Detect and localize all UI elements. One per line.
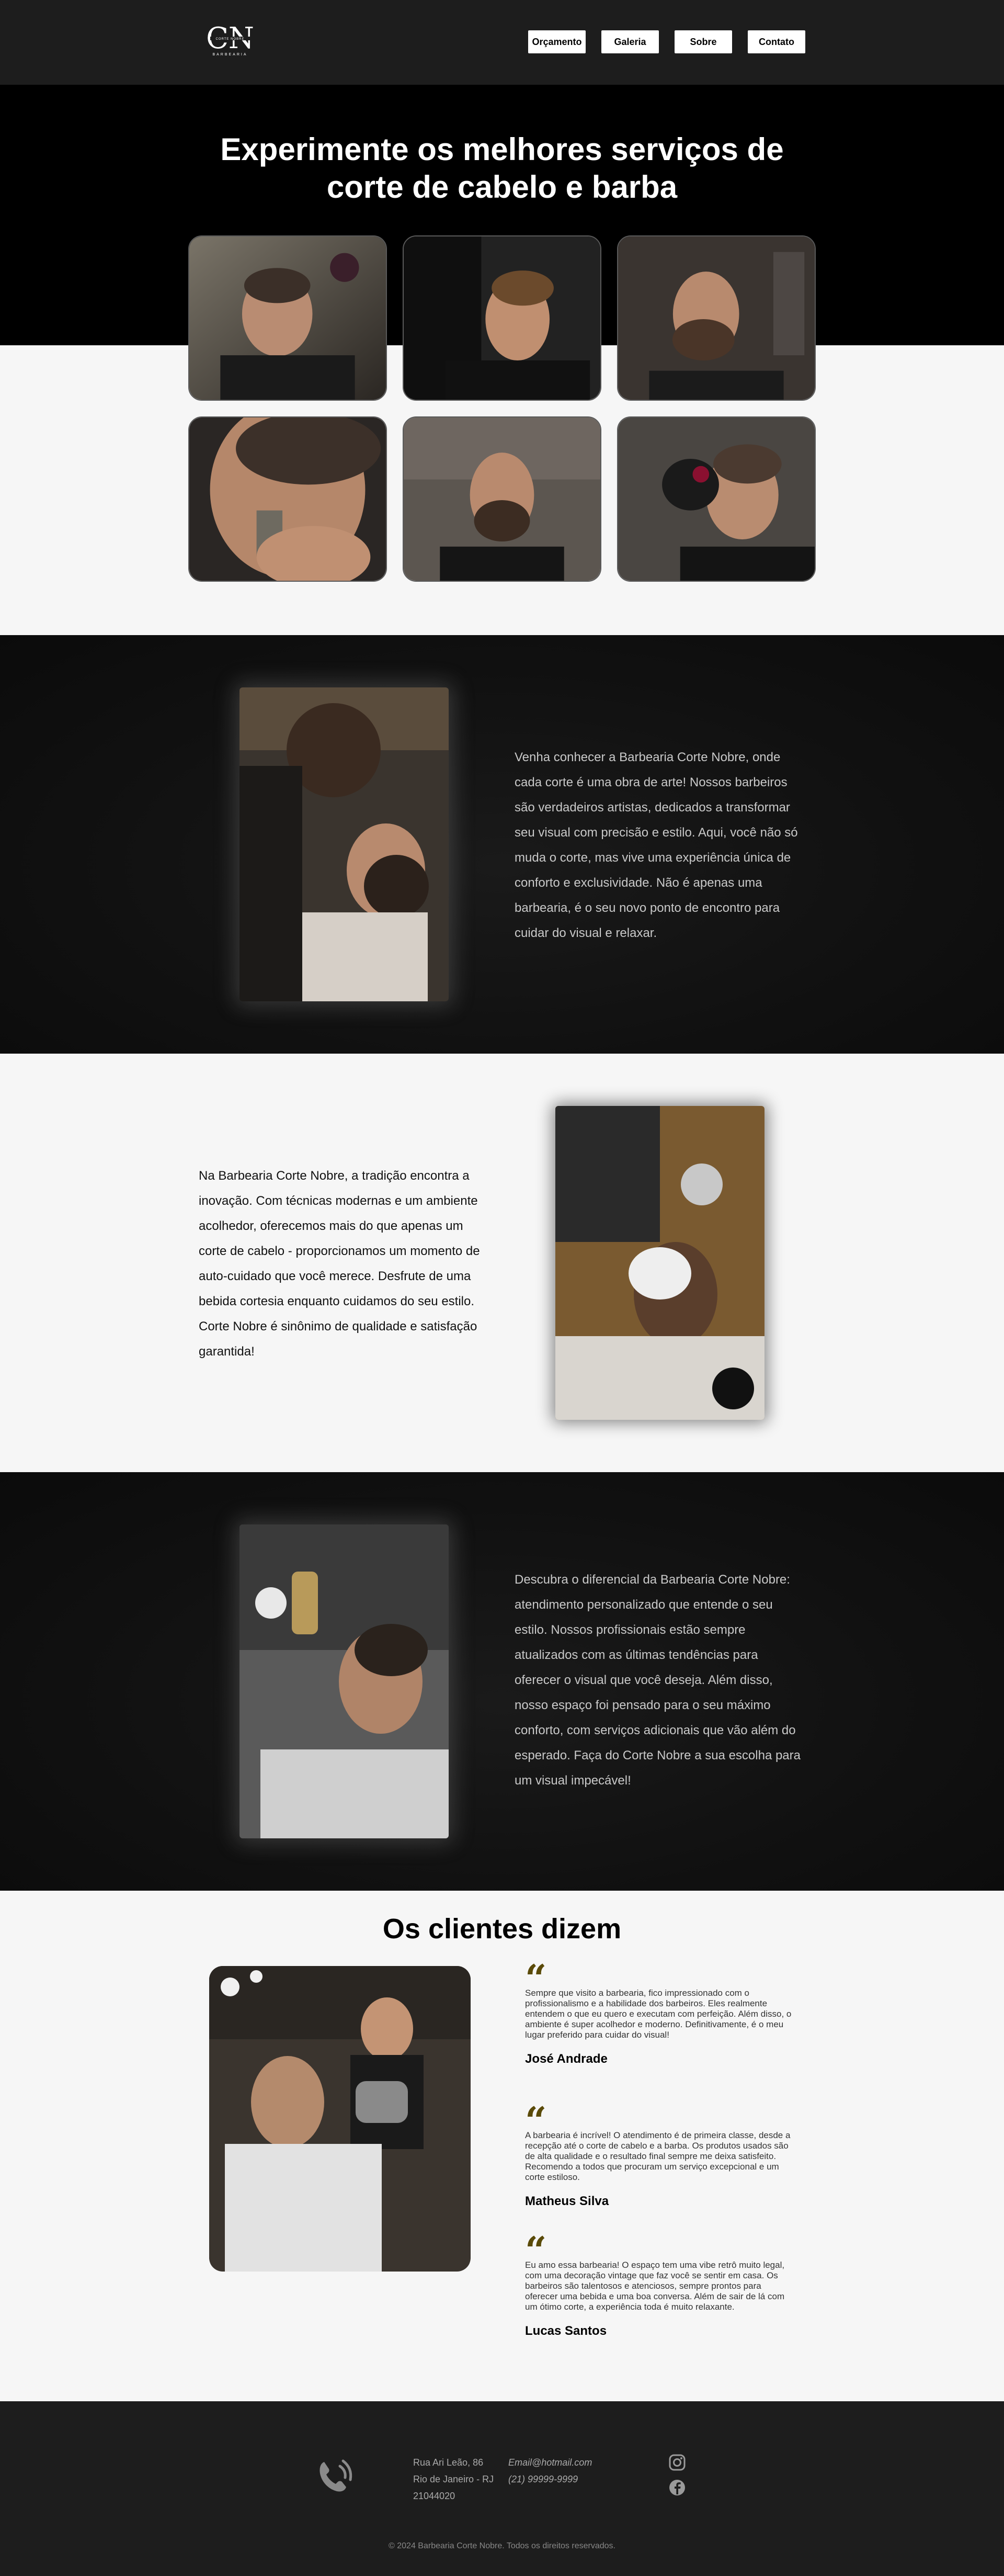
footer-email-link[interactable]: Email@hotmail.com [508, 2455, 592, 2470]
footer-address-line-3: 21044020 [413, 2491, 455, 2501]
testimonial-2: “ A barbearia é incrível! O atendimento … [525, 2098, 792, 2209]
testimonial-text: Sempre que visito a barbearia, fico impr… [525, 1988, 792, 2040]
about-text-2: Na Barbearia Corte Nobre, a tradição enc… [199, 1169, 480, 1359]
footer-phone-link[interactable]: (21) 99999-9999 [508, 2471, 578, 2487]
about-image-1 [239, 687, 449, 1001]
facebook-icon[interactable] [668, 2479, 686, 2496]
testimonial-text: Eu amo essa barbearia! O espaço tem uma … [525, 2260, 785, 2312]
testimonials-image [209, 1966, 471, 2272]
main-nav: Orçamento Galeria Sobre Contato [0, 30, 1004, 53]
testimonial-1: “ Sempre que visito a barbearia, fico im… [525, 1956, 792, 2066]
nav-sobre-button[interactable]: Sobre [675, 30, 732, 53]
about-image-2 [555, 1106, 765, 1420]
site-header: CN CORTE NOBRE BARBEARIA Orçamento Galer… [0, 0, 1004, 85]
testimonial-text: A barbearia é incrível! O atendimento é … [525, 2130, 791, 2182]
testimonials-title: Os clientes dizem [382, 1913, 622, 1945]
nav-galeria-button[interactable]: Galeria [601, 30, 659, 53]
footer-address-line-1: Rua Ari Leão, 86 [413, 2457, 484, 2468]
quote-icon: “ [525, 2098, 547, 2143]
about-section-2 [0, 1054, 1004, 1472]
gallery-image-6[interactable] [617, 416, 816, 582]
about-section-3 [0, 1472, 1004, 1891]
testimonial-author: Lucas Santos [525, 2324, 607, 2338]
about-text-1: Venha conhecer a Barbearia Corte Nobre, … [515, 750, 798, 940]
gallery-image-3[interactable] [617, 235, 816, 401]
phone-icon [314, 2456, 356, 2498]
gallery-image-5[interactable] [403, 416, 601, 582]
hero-title-line-2: corte de cabelo e barba [326, 170, 678, 205]
about-section-1 [0, 635, 1004, 1054]
testimonial-3: “ Eu amo essa barbearia! O espaço tem um… [525, 2228, 792, 2338]
footer-copyright: © 2024 Barbearia Corte Nobre. Todos os d… [389, 2541, 615, 2550]
gallery-image-2[interactable] [403, 235, 601, 401]
testimonial-author: José Andrade [525, 2052, 608, 2066]
gallery-image-4[interactable] [188, 416, 387, 582]
hero-title-line-1: Experimente os melhores serviços de [220, 132, 784, 167]
quote-icon: “ [525, 2228, 547, 2273]
nav-orcamento-button[interactable]: Orçamento [528, 30, 586, 53]
instagram-icon[interactable] [668, 2454, 686, 2471]
gallery-image-1[interactable] [188, 235, 387, 401]
about-image-3 [239, 1524, 449, 1838]
about-text-3: Descubra o diferencial da Barbearia Cort… [515, 1573, 801, 1788]
svg-text:BARBEARIA: BARBEARIA [212, 53, 247, 57]
quote-icon: “ [525, 1956, 547, 2001]
footer-address-line-2: Rio de Janeiro - RJ [413, 2474, 494, 2484]
nav-contato-button[interactable]: Contato [748, 30, 805, 53]
testimonial-author: Matheus Silva [525, 2194, 609, 2208]
hero-title: Experimente os melhores serviços de cort… [0, 131, 1004, 206]
